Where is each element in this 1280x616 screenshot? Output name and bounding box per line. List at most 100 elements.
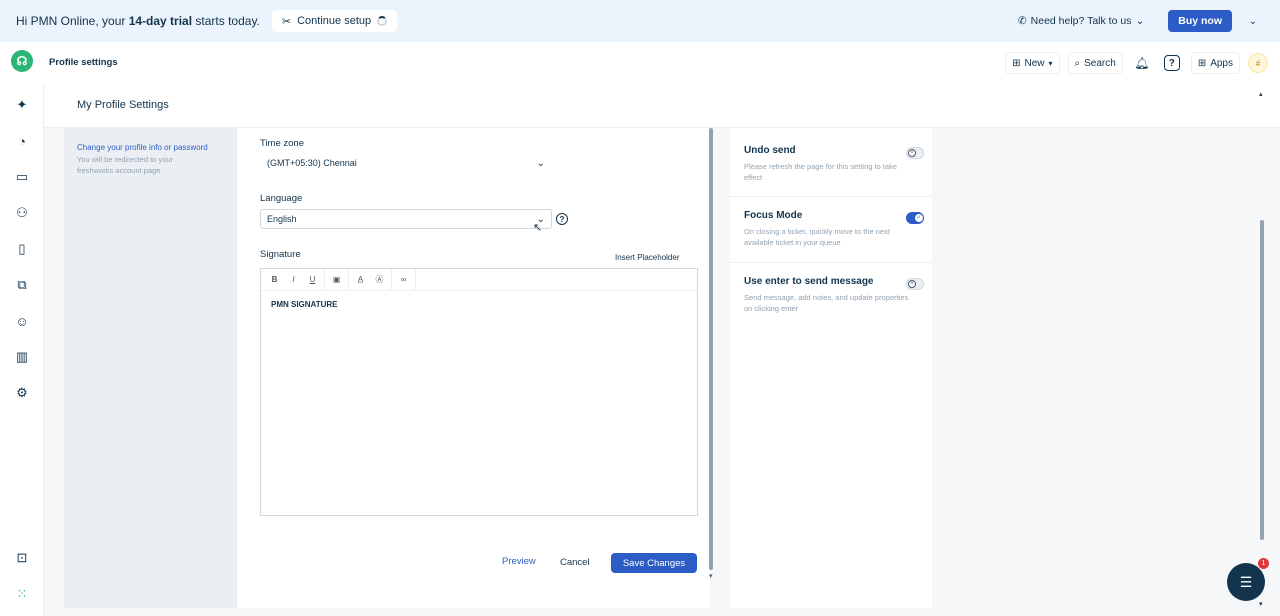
settings-icon[interactable]: ⚙ <box>13 384 31 402</box>
toggle-off-x-icon: × <box>908 149 916 157</box>
chevron-down-icon: ▾ <box>1048 58 1053 68</box>
cancel-button[interactable]: Cancel <box>560 557 590 568</box>
product-switcher-icon[interactable]: ⁙ <box>13 585 31 603</box>
language-value: English <box>267 214 297 224</box>
language-select[interactable]: English ⌄ <box>260 209 552 229</box>
font-color-icon[interactable]: A̲ <box>351 269 370 291</box>
chat-widget-button[interactable]: ☰ <box>1227 563 1265 601</box>
apps-grid-icon: ⊞ <box>1197 57 1207 69</box>
buy-now-button[interactable]: Buy now <box>1168 10 1232 32</box>
tickets-icon[interactable]: ▭ <box>13 168 31 186</box>
help-button[interactable]: ? <box>1161 52 1183 74</box>
greeting-suffix: starts today. <box>192 14 260 28</box>
apps-button[interactable]: ⊞ Apps <box>1190 52 1240 74</box>
scroll-down-arrow-icon[interactable]: ▾ <box>1259 600 1263 608</box>
mouse-cursor-icon: ↖ <box>533 222 543 234</box>
form-scrollbar[interactable] <box>709 128 713 570</box>
insert-link-icon[interactable]: ∞ <box>394 269 413 291</box>
scroll-down-arrow-icon[interactable]: ▾ <box>709 572 713 580</box>
signature-editor[interactable]: B I U ▣ A̲ Ⓐ ∞ PMN SIGNATURE <box>260 268 698 516</box>
toolbar-divider <box>415 268 416 291</box>
main-content: My Profile Settings Change your profile … <box>44 84 1280 616</box>
tools-icon: ✂ <box>281 15 292 28</box>
search-label: Search <box>1084 57 1116 69</box>
freshdesk-logo-icon[interactable]: ☊ <box>11 50 33 72</box>
timezone-label: Time zone <box>260 138 304 149</box>
reports-icon[interactable]: ▥ <box>13 348 31 366</box>
solutions-icon[interactable]: ▯ <box>13 240 31 258</box>
underline-button[interactable]: U <box>303 269 322 291</box>
signature-label: Signature <box>260 249 301 260</box>
continue-setup-button[interactable]: ✂ Continue setup <box>271 10 398 32</box>
notifications-bell-icon[interactable]: 🔔︎ <box>1131 52 1153 74</box>
profile-info-description: You will be redirected to your freshwork… <box>77 155 174 175</box>
search-button[interactable]: ⌕ Search <box>1067 52 1123 74</box>
pref-enter-to-send: Use enter to send message Send message, … <box>744 276 924 314</box>
banner-collapse-chevron-icon[interactable]: ⌄ <box>1242 16 1264 27</box>
new-button[interactable]: ⊞ New ▾ <box>1005 52 1060 74</box>
greeting-prefix: Hi PMN Online, your <box>16 14 129 28</box>
pref-focus-mode: Focus Mode On closing a ticket, quickly … <box>744 210 924 248</box>
toggle-off-x-icon: × <box>908 280 916 288</box>
page-scrollbar[interactable]: ▴ ▾ <box>1258 90 1266 610</box>
pref-divider <box>730 196 932 197</box>
greeting-bold: 14-day trial <box>128 14 193 28</box>
timezone-value: (GMT+05:30) Chennai <box>267 158 357 168</box>
insert-placeholder-button[interactable]: Insert Placeholder <box>615 253 679 262</box>
save-changes-button[interactable]: Save Changes <box>611 553 697 573</box>
left-sidebar: ✦ ◔ ▭ ⚇ ▯ ⧉ ☺ ▥ ⚙ ⊡ ⁙ <box>0 84 44 616</box>
trial-banner: Hi PMN Online, your 14-day trial starts … <box>0 0 1280 42</box>
toolbar-divider <box>391 268 392 291</box>
enter-to-send-title: Use enter to send message <box>744 276 874 287</box>
language-label: Language <box>260 193 303 204</box>
undo-send-title: Undo send <box>744 145 796 156</box>
dashboard-icon[interactable]: ◔ <box>13 132 31 150</box>
need-help-label: Need help? Talk to us <box>1030 15 1132 27</box>
focus-mode-toggle[interactable]: ✓ <box>906 212 924 224</box>
need-help-button[interactable]: ✆ Need help? Talk to us ⌄ <box>1004 15 1158 27</box>
bold-button[interactable]: B <box>265 269 284 291</box>
loading-spinner-icon <box>377 16 388 26</box>
trial-greeting: Hi PMN Online, your 14-day trial starts … <box>16 14 260 28</box>
signature-text[interactable]: PMN SIGNATURE <box>261 291 697 318</box>
user-avatar[interactable]: # <box>1248 53 1268 73</box>
continue-setup-label: Continue setup <box>297 15 372 27</box>
focus-mode-desc: On closing a ticket, quickly move to the… <box>744 227 890 247</box>
inbox-icon[interactable]: ⧉ <box>13 276 31 294</box>
phone-icon: ✆ <box>1017 15 1027 27</box>
timezone-select[interactable]: (GMT+05:30) Chennai ⌄ <box>260 153 552 173</box>
pref-undo-send: Undo send Please refresh the page for th… <box>744 145 924 183</box>
plus-square-icon: ⊞ <box>1012 57 1021 69</box>
banner-actions: ✆ Need help? Talk to us ⌄ Buy now ⌄ <box>1004 0 1264 42</box>
language-help-icon[interactable]: ? <box>556 213 568 225</box>
profile-form-panel: Time zone (GMT+05:30) Chennai ⌄ Language… <box>237 128 713 608</box>
focus-mode-title: Focus Mode <box>744 210 803 221</box>
top-nav-bar: ☊ Profile settings ⊞ New ▾ ⌕ Search 🔔︎ ?… <box>0 42 1280 84</box>
contacts-icon[interactable]: ⚇ <box>13 204 31 222</box>
toolbar-divider <box>324 268 325 291</box>
chat-unread-badge: 1 <box>1258 558 1269 569</box>
change-profile-link[interactable]: Change your profile info or password <box>77 143 208 152</box>
scroll-up-arrow-icon[interactable]: ▴ <box>1259 90 1263 98</box>
search-icon: ⌕ <box>1074 57 1081 69</box>
page-scrollbar-thumb[interactable] <box>1260 220 1264 540</box>
help-question-icon: ? <box>1163 55 1180 71</box>
profile-info-panel: Change your profile info or password You… <box>64 128 237 608</box>
insert-image-icon[interactable]: ▣ <box>327 269 346 291</box>
undo-send-desc: Please refresh the page for this setting… <box>744 162 898 182</box>
sparkle-icon[interactable]: ✦ <box>13 96 31 114</box>
editor-toolbar: B I U ▣ A̲ Ⓐ ∞ <box>261 268 697 291</box>
background-color-icon[interactable]: Ⓐ <box>370 269 389 291</box>
page-breadcrumb: Profile settings <box>49 57 118 68</box>
enter-to-send-desc: Send message, add notes, and update prop… <box>744 293 909 313</box>
apps-label: Apps <box>1210 57 1233 69</box>
undo-send-toggle[interactable]: × <box>906 147 924 159</box>
preview-button[interactable]: Preview <box>502 556 536 567</box>
top-nav-actions: ⊞ New ▾ ⌕ Search 🔔︎ ? ⊞ Apps # <box>1005 51 1268 75</box>
toggle-on-check-icon: ✓ <box>915 214 923 222</box>
expand-sidebar-icon[interactable]: ⊡ <box>13 549 31 567</box>
italic-button[interactable]: I <box>284 269 303 291</box>
preferences-panel: Undo send Please refresh the page for th… <box>730 128 932 608</box>
enter-to-send-toggle[interactable]: × <box>906 278 924 290</box>
bot-icon[interactable]: ☺ <box>13 312 31 330</box>
